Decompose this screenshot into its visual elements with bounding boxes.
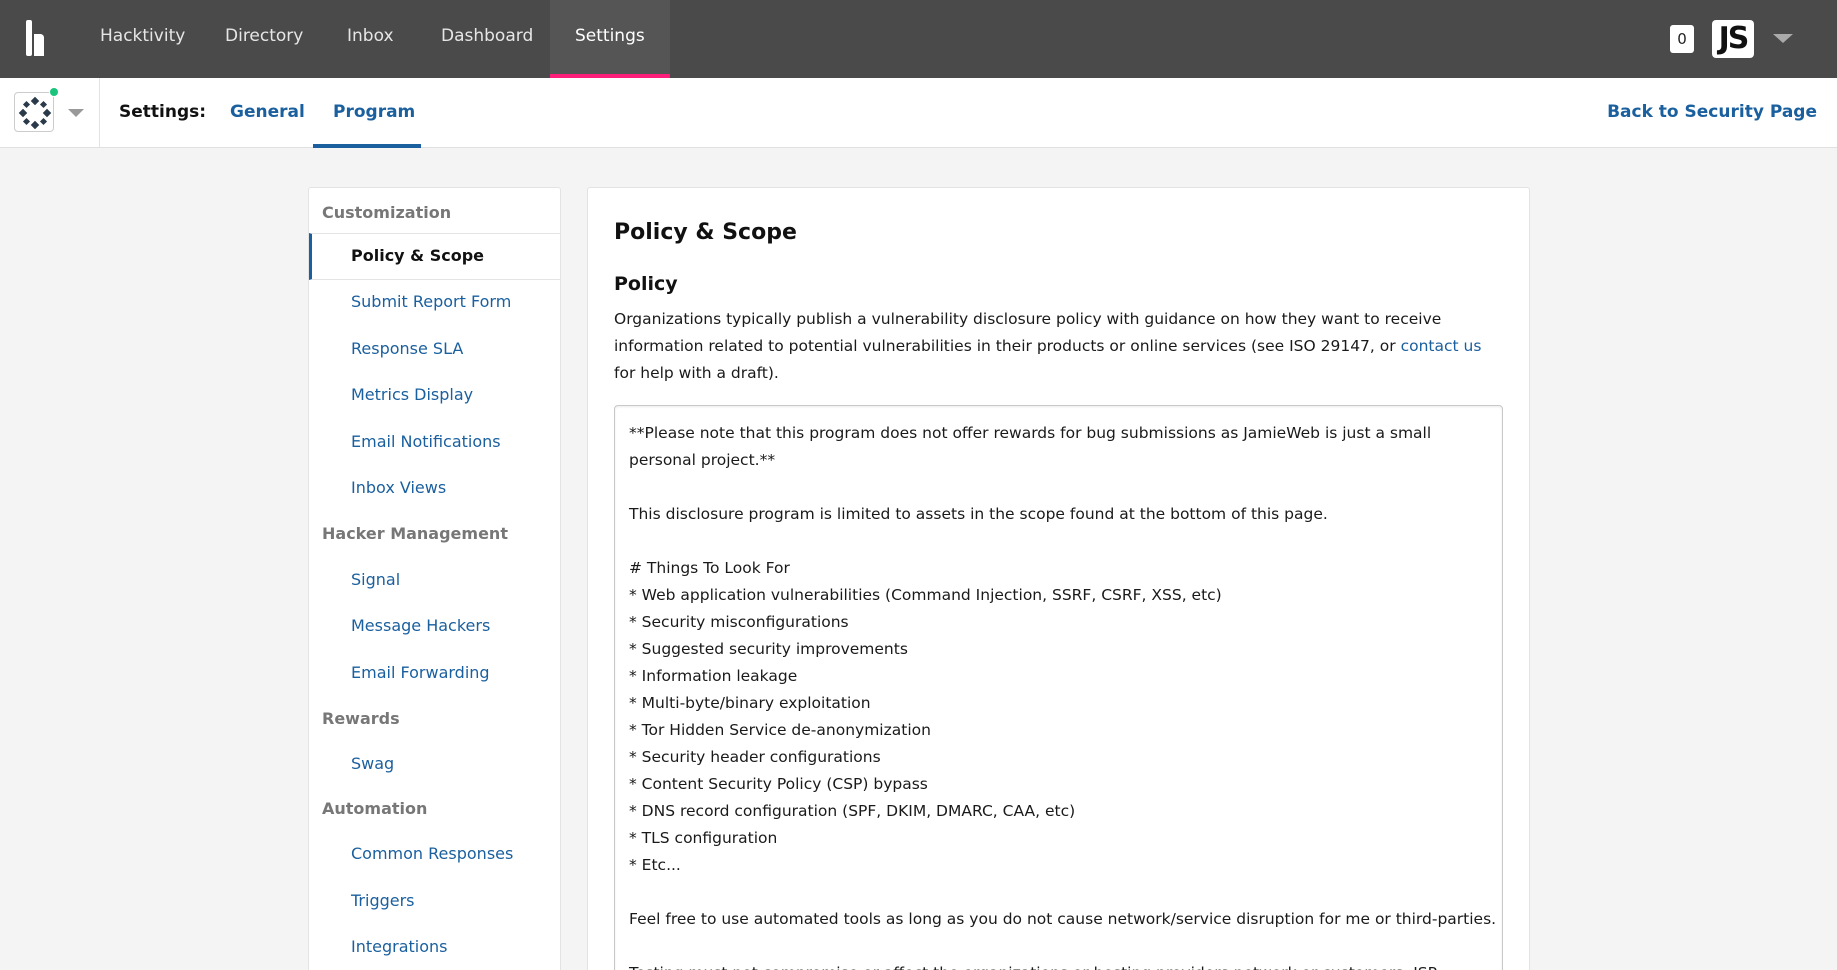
policy-text-line: **Please note that this program does not… [629,424,1432,442]
policy-text-line: This disclosure program is limited to as… [629,505,1328,523]
online-status-dot [49,87,59,97]
policy-text-line: * Web application vulnerabilities (Comma… [629,586,1222,604]
top-navigation-bar: Hacktivity Directory Inbox Dashboard Set… [0,0,1837,78]
policy-text-line [629,528,1488,555]
policy-description: Organizations typically publish a vulner… [614,306,1504,387]
sidebar-item-submit-report-form[interactable]: Submit Report Form [351,292,511,311]
description-text-end: for help with a draft). [614,364,779,382]
nav-inbox[interactable]: Inbox [347,0,394,78]
nav-dashboard[interactable]: Dashboard [441,0,533,78]
policy-text-line: * Security header configurations [629,748,881,766]
settings-label: Settings: [119,102,207,122]
back-to-security-page-link[interactable]: Back to Security Page [1607,102,1817,122]
policy-text-line: # Things To Look For [629,559,790,577]
sidebar-item-triggers[interactable]: Triggers [351,891,415,910]
sidebar-section-rewards: Rewards [322,709,400,728]
policy-scope-card: Policy & Scope Policy Organizations typi… [587,187,1530,970]
policy-textarea[interactable]: **Please note that this program does not… [614,405,1503,970]
user-avatar[interactable]: JS [1712,20,1754,58]
sidebar-item-signal[interactable]: Signal [351,570,400,589]
nav-directory[interactable]: Directory [225,0,303,78]
policy-text-line: * Tor Hidden Service de-anonymization [629,721,931,739]
tab-program[interactable]: Program [333,102,415,122]
description-text: Organizations typically publish a vulner… [614,310,1442,355]
policy-text-line: * Multi-byte/binary exploitation [629,694,871,712]
sidebar-item-integrations[interactable]: Integrations [351,937,448,956]
chevron-down-icon[interactable] [68,109,84,117]
sidebar-section-customization: Customization [322,203,452,222]
sidebar-item-email-notifications[interactable]: Email Notifications [351,432,501,451]
sidebar-item-inbox-views[interactable]: Inbox Views [351,478,446,497]
sidebar-item-common-responses[interactable]: Common Responses [351,844,513,863]
policy-text-line: * TLS configuration [629,829,778,847]
policy-text-line [629,474,1488,501]
policy-text-line: personal project.** [629,451,776,469]
sidebar-item-metrics-display[interactable]: Metrics Display [351,385,473,404]
page-title: Policy & Scope [614,220,797,245]
policy-text-line: * DNS record configuration (SPF, DKIM, D… [629,802,1076,820]
policy-text-line: * Information leakage [629,667,798,685]
settings-subnav: Settings: General Program Back to Securi… [0,78,1837,148]
sidebar-item-email-forwarding[interactable]: Email Forwarding [351,663,490,682]
chevron-down-icon[interactable] [1773,34,1793,43]
section-title-policy: Policy [614,273,678,295]
contact-us-link[interactable]: contact us [1401,337,1482,355]
sidebar-item-label: Policy & Scope [351,246,484,265]
org-logo-icon [18,96,52,130]
divider [99,78,100,148]
sidebar-item-policy-scope[interactable]: Policy & Scope [309,233,560,280]
sidebar-section-automation: Automation [322,799,428,818]
org-logo[interactable] [14,92,54,132]
policy-text-line [629,879,1488,906]
nav-settings[interactable]: Settings [550,0,670,78]
active-tab-indicator [313,144,421,148]
policy-text-line: * Security misconfigurations [629,613,849,631]
settings-sidebar: Customization Policy & Scope Submit Repo… [308,187,561,970]
notification-count-badge[interactable]: 0 [1670,25,1694,53]
policy-text-line: * Etc... [629,856,681,874]
hackerone-logo-icon[interactable] [24,20,52,58]
sidebar-item-message-hackers[interactable]: Message Hackers [351,616,490,635]
sidebar-item-response-sla[interactable]: Response SLA [351,339,463,358]
policy-text-line: Feel free to use automated tools as long… [629,910,1497,928]
sidebar-item-swag[interactable]: Swag [351,754,394,773]
policy-text-line: Testing must not compromise or affect th… [629,960,1488,970]
tab-general[interactable]: General [230,102,305,122]
policy-text-line [629,933,1488,960]
policy-text-line: * Content Security Policy (CSP) bypass [629,775,928,793]
sidebar-section-hacker-management: Hacker Management [322,524,508,543]
nav-hacktivity[interactable]: Hacktivity [100,0,185,78]
policy-text-line: * Suggested security improvements [629,640,908,658]
